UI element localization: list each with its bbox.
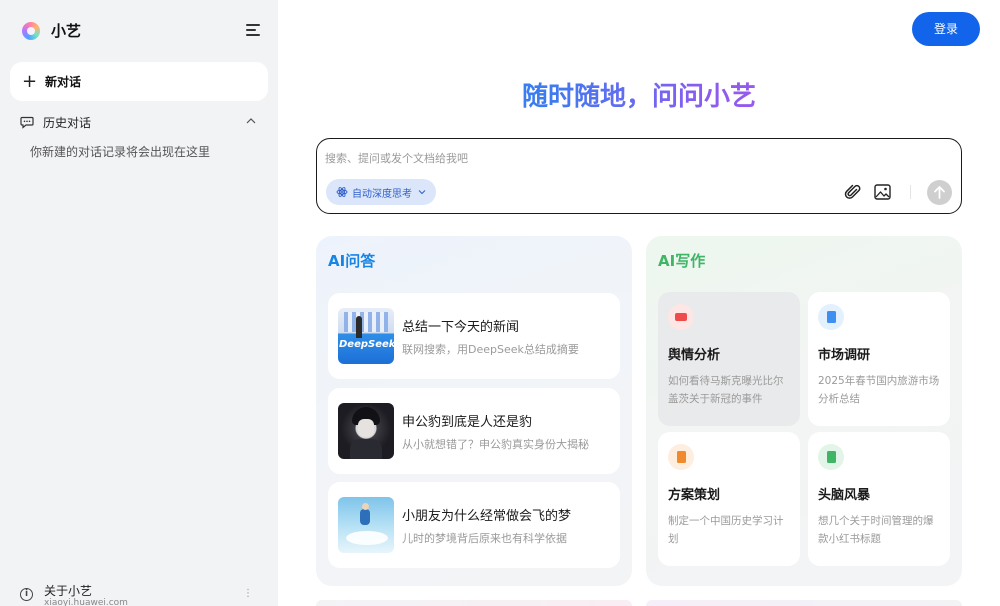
ai-writing-title: AI写作 bbox=[658, 252, 706, 270]
qa-item-title: 总结一下今天的新闻 bbox=[402, 320, 520, 335]
deepseek-thumb-text: DeepSeek bbox=[339, 339, 394, 350]
writing-item-subtitle: 想几个关于时间管理的爆款小红书标题 bbox=[818, 515, 934, 545]
toolbar-divider bbox=[910, 185, 911, 199]
writing-item-subtitle: 2025年春节国内旅游市场分析总结 bbox=[818, 375, 940, 405]
qa-item-title: 申公豹到底是人还是豹 bbox=[402, 415, 533, 430]
writing-item-subtitle: 如何看待马斯克曝光比尔盖茨关于新冠的事件 bbox=[668, 375, 784, 405]
writing-item-title: 方案策划 bbox=[668, 488, 721, 503]
sidebar: 小艺 + 新对话 历史对话 你新建的对话记录将会出现在这里 i 关于小艺 xia… bbox=[0, 0, 278, 606]
xiaoyi-logo-icon bbox=[22, 21, 40, 40]
shengongbao-thumbnail bbox=[338, 403, 394, 459]
plus-icon: + bbox=[22, 70, 38, 92]
opinion-analysis-icon bbox=[668, 304, 694, 330]
collapse-sidebar-icon[interactable] bbox=[246, 22, 262, 38]
arrow-up-icon bbox=[934, 186, 945, 199]
about-xiaoyi[interactable]: i 关于小艺 xiaoyi.huawei.com ⋮ bbox=[20, 580, 260, 606]
qa-item-subtitle: 儿时的梦境背后原来也有科学依据 bbox=[402, 532, 567, 545]
more-options-icon[interactable]: ⋮ bbox=[243, 588, 253, 599]
send-button[interactable] bbox=[927, 180, 952, 205]
qa-item-news[interactable]: DeepSeek 总结一下今天的新闻 联网搜索，用DeepSeek总结成摘要 bbox=[328, 293, 620, 379]
brand[interactable]: 小艺 bbox=[22, 20, 81, 41]
qa-item-title: 小朋友为什么经常做会飞的梦 bbox=[402, 509, 572, 524]
writing-item-title: 头脑风暴 bbox=[818, 488, 871, 503]
image-upload-icon[interactable] bbox=[874, 184, 891, 200]
writing-item-brainstorm[interactable]: 头脑风暴 想几个关于时间管理的爆款小红书标题 bbox=[808, 432, 950, 566]
writing-item-plan[interactable]: 方案策划 制定一个中国历史学习计划 bbox=[658, 432, 800, 566]
deepseek-thumbnail: DeepSeek bbox=[338, 308, 394, 364]
writing-item-opinion-analysis[interactable]: 舆情分析 如何看待马斯克曝光比尔盖茨关于新冠的事件 bbox=[658, 292, 800, 426]
new-chat-button[interactable]: + 新对话 bbox=[10, 62, 268, 101]
search-input[interactable] bbox=[325, 149, 945, 167]
edit-document-icon bbox=[668, 444, 694, 470]
deep-think-label: 自动深度思考 bbox=[352, 188, 412, 200]
chat-bubble-icon bbox=[20, 116, 34, 129]
qa-item-subtitle: 从小就想错了？申公豹真实身份大揭秘 bbox=[402, 438, 589, 451]
history-label: 历史对话 bbox=[43, 115, 92, 130]
ai-writing-panel: AI写作 舆情分析 如何看待马斯克曝光比尔盖茨关于新冠的事件 市场调研 2025… bbox=[646, 236, 962, 586]
qa-item-shengongbao[interactable]: 申公豹到底是人还是豹 从小就想错了？申公豹真实身份大揭秘 bbox=[328, 388, 620, 474]
writing-item-title: 市场调研 bbox=[818, 348, 871, 363]
new-chat-label: 新对话 bbox=[45, 75, 82, 89]
search-box: 自动深度思考 bbox=[316, 138, 962, 214]
about-url: xiaoyi.huawei.com bbox=[44, 598, 128, 606]
info-icon: i bbox=[20, 588, 33, 601]
paperclip-icon[interactable] bbox=[844, 183, 862, 201]
document-icon bbox=[818, 304, 844, 330]
login-button[interactable]: 登录 bbox=[912, 12, 980, 46]
next-panel-right bbox=[646, 600, 962, 606]
qa-item-flying-dream[interactable]: 小朋友为什么经常做会飞的梦 儿时的梦境背后原来也有科学依据 bbox=[328, 482, 620, 568]
chevron-up-icon bbox=[246, 118, 256, 124]
lightbulb-document-icon bbox=[818, 444, 844, 470]
writing-item-market-research[interactable]: 市场调研 2025年春节国内旅游市场分析总结 bbox=[808, 292, 950, 426]
atom-icon bbox=[336, 187, 348, 197]
qa-item-subtitle: 联网搜索，用DeepSeek总结成摘要 bbox=[402, 343, 579, 356]
chevron-down-icon bbox=[418, 190, 426, 195]
ai-qa-panel: AI问答 DeepSeek 总结一下今天的新闻 联网搜索，用DeepSeek总结… bbox=[316, 236, 632, 586]
deep-think-toggle[interactable]: 自动深度思考 bbox=[326, 179, 436, 205]
about-title: 关于小艺 bbox=[44, 584, 93, 598]
flying-dream-thumbnail bbox=[338, 497, 394, 553]
ai-qa-title: AI问答 bbox=[328, 252, 376, 270]
history-section-toggle[interactable]: 历史对话 bbox=[20, 113, 260, 131]
writing-item-subtitle: 制定一个中国历史学习计划 bbox=[668, 515, 784, 545]
hero-title: 随时随地，问问小艺 bbox=[316, 76, 962, 113]
brand-name: 小艺 bbox=[51, 22, 82, 40]
writing-item-title: 舆情分析 bbox=[668, 348, 721, 363]
history-empty-text: 你新建的对话记录将会出现在这里 bbox=[30, 145, 211, 159]
next-panel-left bbox=[316, 600, 632, 606]
